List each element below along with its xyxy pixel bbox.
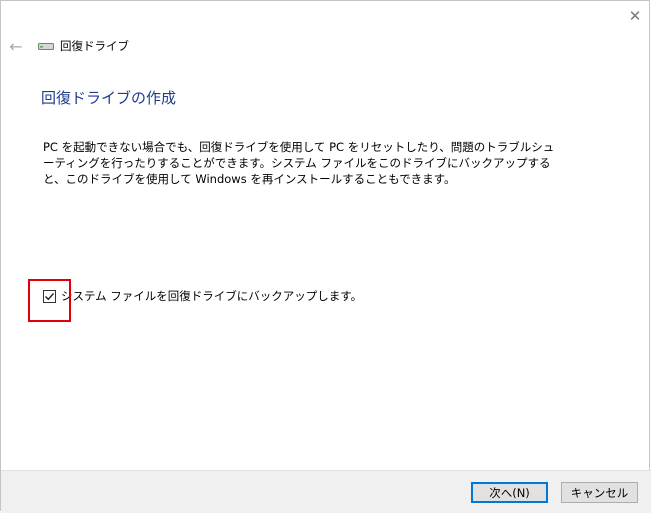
next-button[interactable]: 次へ(N) bbox=[471, 482, 548, 503]
close-icon: ✕ bbox=[628, 7, 642, 25]
back-button[interactable]: ← bbox=[6, 36, 26, 56]
drive-icon bbox=[38, 43, 54, 50]
page-heading: 回復ドライブの作成 bbox=[41, 89, 177, 107]
backup-system-files-label[interactable]: システム ファイルを回復ドライブにバックアップします。 bbox=[61, 288, 362, 304]
backup-system-files-option[interactable]: システム ファイルを回復ドライブにバックアップします。 bbox=[43, 288, 362, 304]
recovery-drive-window: ✕ ← 回復ドライブ 回復ドライブの作成 PC を起動できない場合でも、回復ドラ… bbox=[0, 0, 651, 513]
back-arrow-icon: ← bbox=[9, 36, 23, 56]
close-button[interactable]: ✕ bbox=[623, 5, 647, 27]
button-bar bbox=[1, 470, 651, 513]
cancel-button[interactable]: キャンセル bbox=[561, 482, 638, 503]
window-title: 回復ドライブ bbox=[60, 39, 129, 53]
page-description: PC を起動できない場合でも、回復ドライブを使用して PC をリセットしたり、問… bbox=[43, 140, 555, 186]
highlight-annotation bbox=[28, 279, 71, 322]
